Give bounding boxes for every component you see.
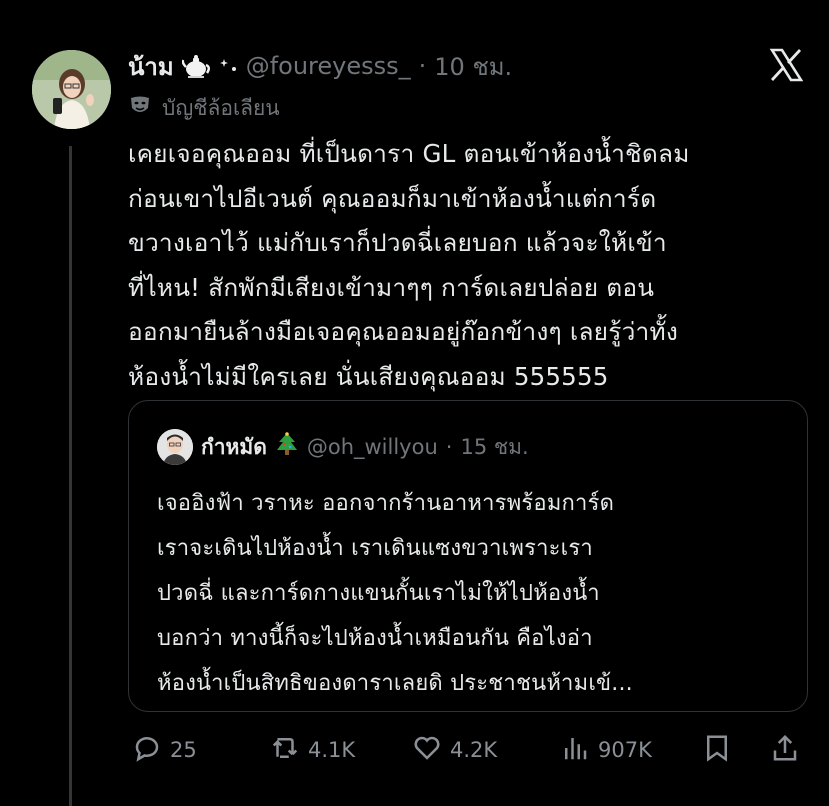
reply-count: 25 — [170, 738, 197, 762]
heart-icon — [412, 733, 442, 768]
x-logo-icon[interactable] — [769, 48, 804, 82]
theater-mask-icon — [128, 94, 152, 123]
tweet-handle[interactable]: @foureyesss_ — [246, 52, 411, 80]
quoted-handle[interactable]: @oh_willyou — [307, 435, 438, 459]
parody-label: บัญชีล้อเลียน — [128, 92, 280, 125]
views-bar-icon — [560, 733, 590, 768]
quoted-separator: · — [445, 435, 453, 459]
thread-line — [69, 146, 72, 806]
repost-icon — [270, 733, 300, 768]
share-icon — [770, 733, 800, 768]
bookmark-icon — [702, 733, 732, 768]
bookmark-button[interactable] — [702, 730, 732, 770]
tweet-time[interactable]: 10 ชม. — [434, 47, 512, 86]
repost-button[interactable]: 4.1K — [270, 730, 355, 770]
meta-separator: · — [418, 52, 427, 80]
repost-count: 4.1K — [308, 738, 356, 762]
reply-button[interactable]: 25 — [132, 730, 197, 770]
quoted-avatar[interactable] — [157, 429, 193, 465]
quoted-header: กำหมัด @oh_willyou · 15 ชม. — [157, 429, 529, 465]
parody-label-text: บัญชีล้อเลียน — [162, 96, 280, 120]
reply-icon — [132, 733, 162, 768]
display-name[interactable]: น้าม — [128, 47, 174, 86]
quoted-tweet[interactable]: กำหมัด @oh_willyou · 15 ชม. เจออิงฟ้า วร… — [128, 400, 808, 712]
like-count: 4.2K — [450, 738, 498, 762]
share-button[interactable] — [770, 730, 800, 770]
views-count: 907K — [598, 738, 652, 762]
quoted-time[interactable]: 15 ชม. — [460, 431, 528, 464]
tweet-header: น้าม @foureyesss_ · 10 ชม. — [128, 48, 512, 84]
sparkle-icon — [219, 53, 238, 79]
like-button[interactable]: 4.2K — [412, 730, 497, 770]
teapot-icon — [181, 53, 212, 79]
quoted-text: เจออิงฟ้า วราหะ ออกจากร้านอาหารพร้อมการ์… — [157, 491, 633, 696]
christmas-tree-icon — [275, 432, 299, 462]
tweet-text: เคยเจอคุณออม ที่เป็นดารา GL ตอนเข้าห้องน… — [128, 139, 690, 391]
action-bar: 25 4.1K 4.2K 907K — [128, 730, 808, 770]
views-button[interactable]: 907K — [560, 730, 652, 770]
quoted-display-name[interactable]: กำหมัด — [201, 431, 267, 464]
avatar[interactable] — [32, 50, 111, 129]
